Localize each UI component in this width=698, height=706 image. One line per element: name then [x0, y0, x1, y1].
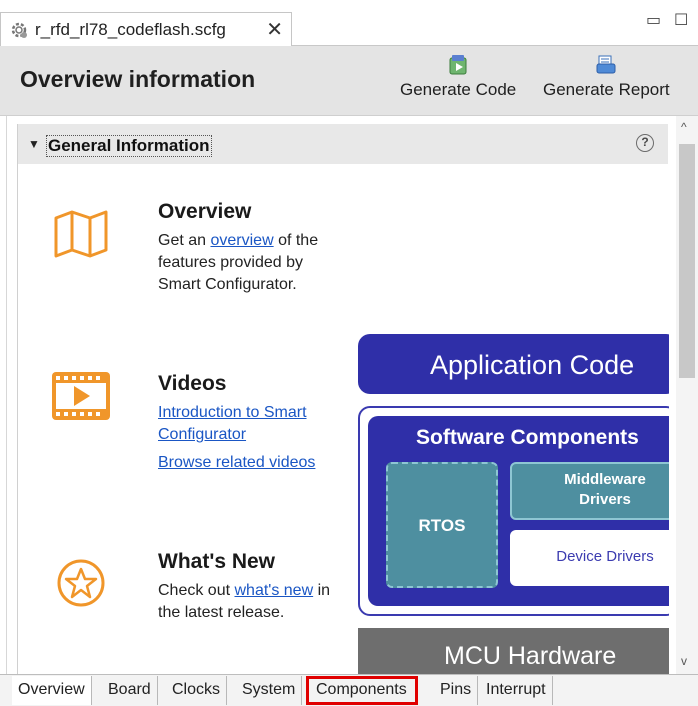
star-icon	[57, 559, 105, 607]
generate-report-label: Generate Report	[543, 80, 670, 99]
map-icon	[54, 210, 108, 258]
generate-report-button[interactable]: Generate Report	[543, 54, 670, 100]
diagram-software-title: Software Components	[416, 426, 639, 449]
gear-icon	[11, 22, 27, 38]
overview-link[interactable]: overview	[210, 232, 273, 249]
scrollbar-thumb[interactable]	[679, 144, 695, 378]
video-icon	[52, 372, 110, 420]
overview-header: Overview information Generate Code Gener…	[0, 46, 698, 116]
tab-interrupt[interactable]: Interrupt	[480, 676, 553, 705]
diagram-application-code: Application Code	[358, 334, 669, 394]
vertical-scrollbar[interactable]: ^ v	[676, 116, 698, 674]
editor-tab-bar: r_rfd_rl78_codeflash.scfg ✕ ▭ ☐	[0, 0, 698, 46]
general-information-panel: ▼ General Information ? Overview Get an …	[17, 124, 669, 674]
tab-overview[interactable]: Overview	[12, 676, 92, 705]
tab-components[interactable]: Components	[306, 676, 418, 705]
diagram-rtos: RTOS	[386, 462, 498, 588]
editor-tab-scfg[interactable]: r_rfd_rl78_codeflash.scfg ✕	[0, 12, 292, 46]
diagram-software-frame: Software Components RTOS Middleware Driv…	[358, 406, 669, 616]
tab-clocks[interactable]: Clocks	[166, 676, 228, 705]
diagram-drivers-label: Drivers	[579, 491, 631, 508]
configurator-tabs: Overview Board Clocks System Components …	[0, 674, 698, 706]
overview-text: Get an overview of the features provided…	[158, 230, 338, 296]
help-icon[interactable]: ?	[636, 134, 654, 152]
scroll-down-icon[interactable]: v	[681, 654, 687, 668]
generate-code-label: Generate Code	[400, 80, 517, 99]
browse-videos-link[interactable]: Browse related videos	[158, 454, 315, 471]
collapse-arrow-icon[interactable]: ▼	[28, 137, 40, 151]
minimize-icon[interactable]: ▭	[646, 10, 661, 30]
overview-block: Overview Get an overview of the features…	[158, 200, 338, 296]
whats-new-block: What's New Check out what's new in the l…	[158, 550, 338, 624]
editor-tab-label: r_rfd_rl78_codeflash.scfg	[35, 19, 226, 39]
diagram-device-drivers: Device Drivers	[510, 530, 669, 586]
whats-new-heading: What's New	[158, 550, 276, 573]
overview-heading: Overview	[158, 200, 252, 223]
diagram-software-components: Software Components RTOS Middleware Driv…	[368, 416, 669, 606]
videos-heading: Videos	[158, 372, 227, 395]
whats-new-link[interactable]: what's new	[234, 582, 313, 599]
general-information-header[interactable]: ▼ General Information ?	[18, 124, 668, 164]
scroll-up-icon[interactable]: ^	[681, 120, 687, 134]
overview-text-before: Get an	[158, 232, 211, 249]
tab-system[interactable]: System	[236, 676, 303, 705]
diagram-mcu-hardware: MCU Hardware	[358, 628, 669, 674]
diagram-middleware: Middleware Drivers	[510, 462, 669, 520]
report-icon	[596, 55, 616, 74]
videos-block: Videos Introduction to Smart Configurato…	[158, 372, 338, 474]
overview-content: ▼ General Information ? Overview Get an …	[6, 116, 698, 674]
generate-code-button[interactable]: Generate Code	[400, 54, 516, 100]
section-title: General Information	[46, 135, 212, 157]
page-title: Overview information	[20, 66, 256, 92]
generate-code-icon	[449, 55, 467, 75]
architecture-diagram: Application Code Software Components RTO…	[358, 324, 669, 674]
maximize-icon[interactable]: ☐	[674, 10, 688, 30]
tab-pins[interactable]: Pins	[434, 676, 479, 705]
whats-new-text-before: Check out	[158, 582, 235, 599]
tab-board[interactable]: Board	[102, 676, 158, 705]
diagram-middleware-label: Middleware	[564, 471, 646, 488]
whats-new-text: Check out what's new in the latest relea…	[158, 580, 338, 624]
intro-video-link[interactable]: Introduction to Smart Configurator	[158, 404, 307, 443]
close-icon[interactable]: ✕	[266, 17, 283, 42]
